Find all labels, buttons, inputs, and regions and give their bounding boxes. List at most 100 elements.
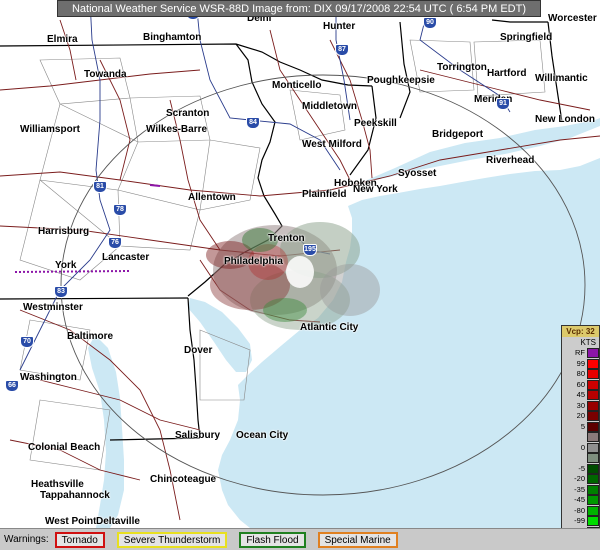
city-label: Trenton bbox=[268, 233, 305, 244]
legend-color-swatch bbox=[587, 495, 599, 506]
city-label: Willimantic bbox=[535, 73, 588, 84]
legend-value-label: -20 bbox=[574, 474, 585, 484]
interstate-shield-icon: 81 bbox=[93, 181, 107, 193]
legend-value-label: 20 bbox=[576, 411, 585, 421]
city-label: Riverhead bbox=[486, 155, 535, 166]
legend-units: KTS bbox=[580, 338, 596, 347]
legend-row bbox=[562, 453, 599, 464]
warning-special-marine-button[interactable]: Special Marine bbox=[317, 531, 398, 548]
city-label: Hunter bbox=[323, 21, 356, 32]
interstate-shield-icon: 83 bbox=[54, 286, 68, 298]
velocity-legend: Vcp: 32 KTS RF 99 80 60 45 30 20 5 0 -5 -20 -35 -45-… bbox=[561, 325, 600, 548]
city-label: New London bbox=[535, 114, 595, 125]
city-label: Poughkeepsie bbox=[367, 75, 435, 86]
legend-row: -5 bbox=[562, 463, 599, 475]
legend-row: 80 bbox=[562, 369, 599, 380]
warnings-bar: Warnings: Tornado Severe Thunderstorm Flas… bbox=[0, 528, 600, 550]
legend-value-label: -45 bbox=[574, 495, 585, 505]
legend-color-swatch bbox=[587, 348, 599, 359]
legend-color-swatch bbox=[587, 400, 599, 411]
legend-row: 99 bbox=[562, 358, 599, 370]
interstate-shield-icon: 76 bbox=[108, 237, 122, 249]
city-label: Torrington bbox=[437, 62, 487, 73]
city-label: West Point bbox=[45, 516, 97, 527]
legend-value-label: 30 bbox=[576, 400, 585, 410]
interstate-shield-icon: 90 bbox=[423, 17, 437, 29]
map-title: National Weather Service WSR-88D Image f… bbox=[57, 0, 541, 17]
interstate-shield-icon: 70 bbox=[20, 336, 34, 348]
city-label: Tappahannock bbox=[40, 490, 110, 501]
warnings-label: Warnings: bbox=[4, 534, 49, 545]
legend-color-swatch bbox=[587, 442, 599, 453]
city-label: Chincoteague bbox=[150, 474, 217, 485]
city-label: Deltaville bbox=[96, 516, 140, 527]
city-label: Middletown bbox=[302, 101, 357, 112]
city-label: Harrisburg bbox=[38, 226, 90, 237]
city-label: Syosset bbox=[398, 168, 437, 179]
city-label: Atlantic City bbox=[300, 322, 359, 333]
legend-color-swatch bbox=[587, 484, 599, 495]
legend-color-swatch bbox=[587, 390, 599, 401]
legend-row: -99 bbox=[562, 516, 599, 527]
interstate-shield-icon: 195 bbox=[303, 244, 317, 256]
vcp-header: Vcp: 32 bbox=[562, 326, 599, 337]
legend-row: 5 bbox=[562, 421, 599, 433]
legend-value-label: -80 bbox=[574, 505, 585, 515]
city-label: Wilkes-Barre bbox=[146, 124, 208, 135]
city-label: Salisbury bbox=[175, 430, 221, 441]
city-label: Worcester bbox=[548, 13, 597, 24]
city-label: York bbox=[55, 260, 77, 271]
warnings-items: Tornado Severe Thunderstorm Flash Flood Spe… bbox=[54, 531, 410, 548]
city-label: Scranton bbox=[166, 108, 210, 119]
legend-value-label: -99 bbox=[574, 516, 585, 526]
city-label: Philadelphia bbox=[224, 256, 283, 267]
legend-row: -45 bbox=[562, 495, 599, 506]
city-label: Lancaster bbox=[102, 252, 150, 263]
legend-row: 20 bbox=[562, 411, 599, 422]
city-label: Elmira bbox=[47, 34, 78, 45]
legend-color-swatch bbox=[587, 474, 599, 485]
warning-tornado-button[interactable]: Tornado bbox=[54, 531, 105, 548]
legend-color-swatch bbox=[587, 411, 599, 422]
city-label: Heathsville bbox=[31, 479, 84, 490]
city-label: Bridgeport bbox=[432, 129, 484, 140]
legend-row: 30 bbox=[562, 400, 599, 412]
warning-severe-thunderstorm-button[interactable]: Severe Thunderstorm bbox=[116, 531, 228, 548]
interstate-shield-icon: 78 bbox=[113, 204, 127, 216]
interstate-shield-icon: 87 bbox=[335, 44, 349, 56]
city-label: Allentown bbox=[188, 192, 236, 203]
city-label: Peekskill bbox=[354, 118, 397, 129]
legend-value-label: 45 bbox=[576, 390, 585, 400]
legend-value-label: 60 bbox=[576, 379, 585, 389]
city-label: Baltimore bbox=[67, 331, 114, 342]
legend-color-swatch bbox=[587, 432, 599, 443]
legend-color-swatch bbox=[587, 358, 599, 369]
legend-color-swatch bbox=[587, 421, 599, 432]
legend-color-swatch bbox=[587, 505, 599, 516]
interstate-shield-icon: 84 bbox=[246, 117, 260, 129]
interstate-shield-icon: 66 bbox=[5, 380, 19, 392]
legend-color-swatch bbox=[587, 369, 599, 380]
city-label: Monticello bbox=[272, 80, 322, 91]
legend-value-label: -35 bbox=[574, 484, 585, 494]
city-label: Towanda bbox=[84, 69, 127, 80]
city-label: Springfield bbox=[500, 32, 553, 43]
legend-row: -35 bbox=[562, 484, 599, 496]
legend-value-label: 99 bbox=[576, 358, 585, 368]
warning-flash-flood-button[interactable]: Flash Flood bbox=[239, 531, 306, 548]
legend-color-swatch bbox=[587, 453, 599, 464]
radar-map[interactable]: Elmira Binghamton Delhi Hunter Worcester Spri… bbox=[0, 0, 600, 528]
interstate-shield-icon: 91 bbox=[496, 98, 510, 110]
city-label: Dover bbox=[184, 345, 213, 356]
legend-row: -20 bbox=[562, 474, 599, 485]
city-label: Binghamton bbox=[143, 32, 202, 43]
legend-row: 60 bbox=[562, 379, 599, 391]
legend-value-label: -5 bbox=[578, 463, 585, 473]
legend-row: RF bbox=[562, 348, 599, 359]
city-label: Colonial Beach bbox=[28, 442, 101, 453]
legend-rows: RF99806045302050-5-20-35-45-80-99ND bbox=[562, 348, 599, 548]
legend-value-label: RF bbox=[575, 348, 585, 358]
legend-color-swatch bbox=[587, 463, 599, 474]
legend-value-label: 80 bbox=[576, 369, 585, 379]
city-label: Williamsport bbox=[20, 124, 80, 135]
